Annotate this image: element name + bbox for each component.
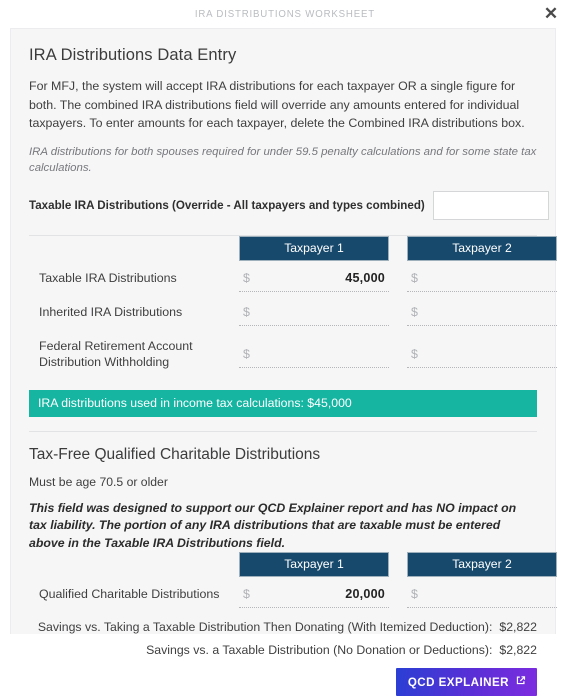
amount-input-taxpayer-2[interactable]: $	[407, 271, 557, 292]
amount-input-taxpayer-1[interactable]: $	[239, 347, 389, 368]
header-gap	[389, 552, 407, 577]
column-header-label: Taxpayer 2	[407, 235, 557, 261]
currency-symbol: $	[243, 346, 250, 361]
qcd-warning-text: This field was designed to support our Q…	[29, 500, 517, 550]
amount-input-taxpayer-2[interactable]: $	[407, 305, 557, 326]
currency-symbol: $	[243, 587, 250, 601]
modal-titlebar: IRA DISTRIBUTIONS WORKSHEET	[0, 0, 570, 28]
column-header-taxpayer-2: Taxpayer 2	[407, 552, 557, 577]
amount-input-taxpayer-2[interactable]: $	[407, 347, 557, 368]
qcd-explainer-label: QCD EXPLAINER	[407, 675, 509, 689]
ira-distributions-table: Taxpayer 1 Taxpayer 2 Taxable IRA Distri…	[29, 235, 557, 379]
override-label: Taxable IRA Distributions (Override - Al…	[29, 199, 425, 212]
savings-value: $2,822	[499, 643, 537, 657]
table-row: Qualified Charitable Distributions $ 20,…	[29, 577, 557, 611]
qcd-table: Taxpayer 1 Taxpayer 2 Qualified Charitab…	[29, 552, 557, 611]
amount-cell-taxpayer-2: $	[407, 329, 557, 379]
column-header-taxpayer-1: Taxpayer 1	[239, 235, 389, 261]
savings-label: Savings vs. Taking a Taxable Distributio…	[37, 620, 493, 634]
table-row: Federal Retirement Account Distribution …	[29, 329, 557, 379]
header-spacer	[29, 552, 239, 577]
amount-value: 45,000	[345, 270, 385, 285]
table-row: Inherited IRA Distributions $ $	[29, 295, 557, 329]
row-gap	[389, 329, 407, 379]
qcd-section-title: Tax-Free Qualified Charitable Distributi…	[29, 445, 321, 463]
override-row: Taxable IRA Distributions (Override - Al…	[29, 190, 549, 222]
currency-symbol: $	[411, 270, 418, 285]
amount-input-taxpayer-1[interactable]: $ 45,000	[239, 271, 389, 292]
column-header-taxpayer-1: Taxpayer 1	[239, 552, 389, 577]
column-header-label: Taxpayer 1	[239, 552, 389, 577]
savings-label: Savings vs. a Taxable Distribution (No D…	[146, 643, 493, 657]
amount-input-taxpayer-1[interactable]: $ 20,000	[239, 587, 389, 608]
amount-value: 20,000	[345, 587, 385, 601]
row-gap	[389, 295, 407, 329]
amount-input-taxpayer-2[interactable]: $	[407, 587, 557, 608]
amount-cell-taxpayer-2: $	[407, 261, 557, 295]
amount-cell-taxpayer-2: $	[407, 577, 557, 611]
table-header-row: Taxpayer 1 Taxpayer 2	[29, 552, 557, 577]
currency-symbol: $	[243, 270, 250, 285]
amount-cell-taxpayer-1: $	[239, 295, 389, 329]
row-gap	[389, 577, 407, 611]
column-header-label: Taxpayer 1	[239, 235, 389, 261]
header-spacer	[29, 236, 239, 261]
table-row: Taxable IRA Distributions $ 45,000 $	[29, 261, 557, 295]
table-header-row: Taxpayer 1 Taxpayer 2	[29, 235, 557, 261]
entry-note: IRA distributions for both spouses requi…	[29, 145, 537, 174]
row-label: Qualified Charitable Distributions	[39, 587, 220, 601]
worksheet-card: IRA Distributions Data Entry For MFJ, th…	[10, 28, 557, 696]
column-header-label: Taxpayer 2	[407, 552, 557, 577]
header-gap	[389, 236, 407, 261]
page-title: IRA Distributions Data Entry	[29, 46, 237, 64]
amount-cell-taxpayer-1: $ 45,000	[239, 261, 389, 295]
amount-cell-taxpayer-1: $	[239, 329, 389, 379]
modal-title: IRA DISTRIBUTIONS WORKSHEET	[194, 8, 376, 20]
entry-description: For MFJ, the system will accept IRA dist…	[29, 79, 525, 130]
currency-symbol: $	[411, 587, 418, 601]
savings-row-itemized: Savings vs. Taking a Taxable Distributio…	[29, 620, 537, 634]
section-divider	[29, 430, 537, 432]
currency-symbol: $	[411, 346, 418, 361]
row-label: Inherited IRA Distributions	[39, 304, 183, 319]
row-label: Federal Retirement Account Distribution …	[39, 338, 193, 369]
qcd-explainer-button[interactable]: QCD EXPLAINER	[395, 668, 537, 696]
calculation-summary-banner: IRA distributions used in income tax cal…	[29, 389, 537, 417]
qcd-age-note: Must be age 70.5 or older	[29, 474, 168, 489]
currency-symbol: $	[243, 304, 250, 319]
amount-cell-taxpayer-2: $	[407, 295, 557, 329]
external-link-icon	[515, 675, 526, 689]
currency-symbol: $	[411, 304, 418, 319]
row-gap	[389, 261, 407, 295]
override-input[interactable]	[432, 191, 549, 220]
amount-input-taxpayer-1[interactable]: $	[239, 305, 389, 326]
savings-value: $2,822	[499, 620, 537, 634]
button-row: QCD EXPLAINER	[29, 668, 537, 696]
savings-row-no-donation: Savings vs. a Taxable Distribution (No D…	[29, 643, 537, 657]
close-icon[interactable]: ✕	[540, 2, 562, 24]
column-header-taxpayer-2: Taxpayer 2	[407, 235, 557, 261]
row-label: Taxable IRA Distributions	[39, 270, 177, 285]
amount-cell-taxpayer-1: $ 20,000	[239, 577, 389, 611]
